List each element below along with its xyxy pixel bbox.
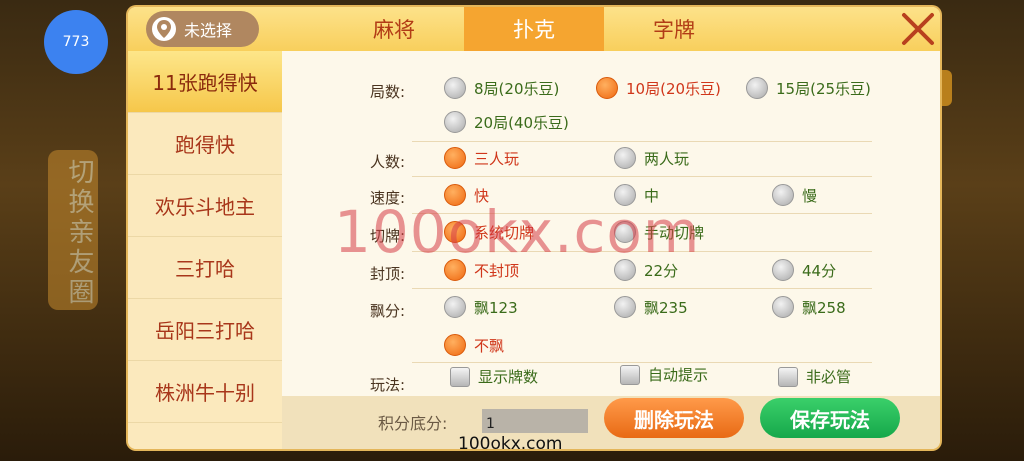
radio-icon	[772, 259, 794, 281]
sidebar-item-sandaha[interactable]: 三打哈	[128, 237, 282, 299]
radio-icon	[596, 77, 618, 99]
options-panel: 局数: 8局(20乐豆) 10局(20乐豆) 15局(25乐豆) 20局(40乐…	[282, 51, 940, 396]
radio-icon	[746, 77, 768, 99]
radio-icon	[444, 184, 466, 206]
radio-icon	[444, 77, 466, 99]
cap-option-44[interactable]: 44分	[772, 259, 836, 281]
play-label: 玩法:	[370, 376, 406, 394]
radio-icon	[772, 296, 794, 318]
game-sidebar: 11张跑得快 跑得快 欢乐斗地主 三打哈 岳阳三打哈 株洲牛十别	[128, 51, 296, 449]
float-option-235[interactable]: 飘235	[614, 296, 688, 318]
play-option-not-mandatory[interactable]: 非必管	[778, 366, 851, 387]
delete-rule-button[interactable]: 删除玩法	[604, 398, 744, 438]
sidebar-item-11-run-fast[interactable]: 11张跑得快	[128, 51, 296, 113]
cap-label: 封顶:	[370, 265, 406, 283]
location-selector[interactable]: 未选择	[146, 11, 259, 47]
avatar[interactable]: 773	[44, 10, 108, 74]
divider	[412, 213, 872, 214]
players-option-3[interactable]: 三人玩	[444, 147, 519, 169]
checkbox-icon	[450, 366, 470, 387]
cap-option-none[interactable]: 不封顶	[444, 259, 519, 281]
radio-icon	[614, 147, 636, 169]
divider	[412, 141, 872, 142]
bottom-bar: 积分底分: 1 删除玩法 保存玩法	[282, 396, 940, 449]
float-label: 飘分:	[370, 302, 406, 320]
score-input[interactable]: 1	[482, 409, 588, 433]
sidebar-item-yueyang-sandaha[interactable]: 岳阳三打哈	[128, 299, 282, 361]
create-room-dialog: 未选择 麻将 扑克 字牌 11张跑得快 跑得快 欢乐斗地主 三打哈 岳阳三打哈 …	[128, 7, 940, 449]
radio-icon	[444, 259, 466, 281]
radio-icon	[444, 111, 466, 133]
play-option-auto-hint[interactable]: 自动提示	[620, 364, 708, 385]
divider	[412, 176, 872, 177]
float-option-none[interactable]: 不飘	[444, 334, 504, 356]
divider	[412, 288, 872, 289]
sidebar-item-zhuzhou-niushibie[interactable]: 株洲牛十别	[128, 361, 282, 423]
avatar-text: 773	[62, 34, 90, 50]
divider	[412, 362, 872, 363]
speed-label: 速度:	[370, 189, 406, 207]
switch-circle-banner[interactable]: 切换亲友圈	[48, 150, 98, 310]
location-label: 未选择	[184, 21, 233, 40]
players-option-2[interactable]: 两人玩	[614, 147, 689, 169]
location-pin-icon	[152, 17, 176, 41]
float-option-123[interactable]: 飘123	[444, 296, 518, 318]
score-label: 积分底分:	[378, 414, 448, 433]
sidebar-item-doudizhu[interactable]: 欢乐斗地主	[128, 175, 282, 237]
radio-icon	[444, 221, 466, 243]
cap-option-22[interactable]: 22分	[614, 259, 678, 281]
cut-option-manual[interactable]: 手动切牌	[614, 221, 704, 243]
speed-option-slow[interactable]: 慢	[772, 184, 817, 206]
close-icon	[902, 13, 934, 45]
speed-option-medium[interactable]: 中	[614, 184, 659, 206]
save-rule-button[interactable]: 保存玩法	[760, 398, 900, 438]
tab-mahjong[interactable]: 麻将	[324, 7, 464, 51]
cut-label: 切牌:	[370, 227, 406, 245]
close-button[interactable]	[900, 11, 936, 47]
players-label: 人数:	[370, 153, 406, 171]
speed-option-fast[interactable]: 快	[444, 184, 489, 206]
rounds-option-10[interactable]: 10局(20乐豆)	[596, 77, 721, 99]
radio-icon	[614, 221, 636, 243]
rounds-option-15[interactable]: 15局(25乐豆)	[746, 77, 871, 99]
sidebar-item-run-fast[interactable]: 跑得快	[128, 113, 282, 175]
radio-icon	[614, 184, 636, 206]
rounds-label: 局数:	[370, 83, 406, 101]
radio-icon	[614, 259, 636, 281]
radio-icon	[772, 184, 794, 206]
float-option-258[interactable]: 飘258	[772, 296, 846, 318]
radio-icon	[614, 296, 636, 318]
tab-zipai[interactable]: 字牌	[604, 7, 744, 51]
radio-icon	[444, 296, 466, 318]
radio-icon	[444, 334, 466, 356]
watermark-bottom: 100okx.com	[458, 434, 563, 454]
radio-icon	[444, 147, 466, 169]
play-option-show-count[interactable]: 显示牌数	[450, 366, 538, 387]
divider	[412, 251, 872, 252]
rounds-option-20[interactable]: 20局(40乐豆)	[444, 111, 569, 133]
rounds-option-8[interactable]: 8局(20乐豆)	[444, 77, 559, 99]
dialog-topbar: 未选择 麻将 扑克 字牌	[128, 7, 940, 51]
cut-option-system[interactable]: 系统切牌	[444, 221, 534, 243]
checkbox-icon	[778, 366, 798, 387]
checkbox-icon	[620, 364, 640, 385]
tab-poker[interactable]: 扑克	[464, 7, 604, 51]
